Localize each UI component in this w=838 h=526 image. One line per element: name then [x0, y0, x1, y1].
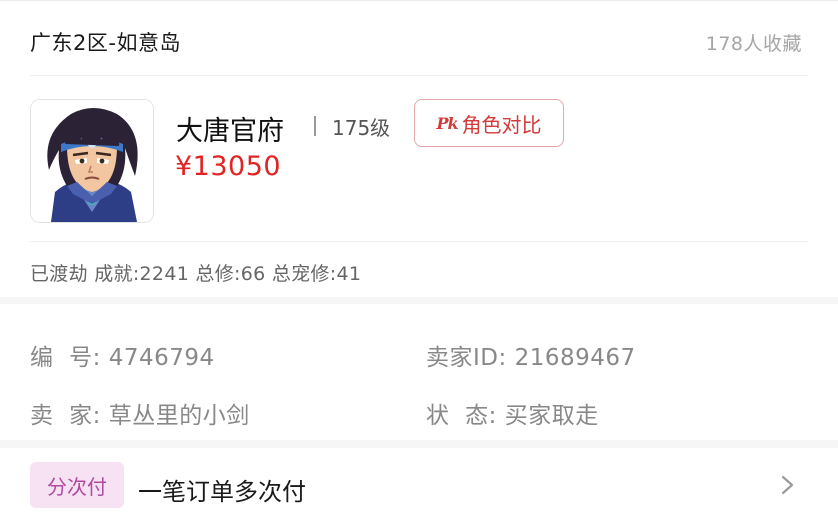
number-label: 编 号:: [30, 345, 101, 371]
separator: [314, 116, 316, 136]
divider: [30, 75, 808, 76]
seller-value: 草丛里的小剑: [108, 403, 250, 429]
character-avatar-icon: [31, 100, 153, 222]
favorite-count: 178人收藏: [705, 33, 802, 55]
character-avatar[interactable]: [30, 99, 154, 223]
installment-description: 一笔订单多次付: [138, 478, 306, 506]
role-stats: 已渡劫 成就:2241 总修:66 总宠修:41: [30, 263, 362, 285]
role-compare-label: 角色对比: [461, 112, 542, 137]
status-value: 买家取走: [504, 403, 599, 429]
page: 广东2区-如意岛 178人收藏 大唐官府 175级 Pk 角色对比 ¥13050…: [0, 0, 838, 526]
seller-item: 卖 家: 草丛里的小剑: [30, 396, 250, 430]
installment-badge: 分次付: [30, 462, 124, 508]
status-item: 状 态: 买家取走: [426, 396, 599, 430]
role-card[interactable]: 广东2区-如意岛 178人收藏 大唐官府 175级 Pk 角色对比 ¥13050…: [0, 0, 838, 297]
price: ¥13050: [175, 151, 282, 182]
number-value: 4746794: [108, 345, 215, 371]
number-item: 编 号: 4746794: [30, 338, 215, 372]
trade-info-card: 编 号: 4746794 卖家ID: 21689467 卖 家: 草丛里的小剑 …: [0, 304, 838, 440]
seller-id-label: 卖家ID:: [426, 345, 507, 371]
status-label: 状 态:: [426, 403, 497, 429]
role-level: 175级: [332, 116, 391, 140]
chevron-right-icon[interactable]: [774, 470, 800, 500]
seller-id-value: 21689467: [514, 345, 636, 371]
seller-label: 卖 家:: [30, 403, 101, 429]
pk-icon: Pk: [436, 113, 458, 133]
server-name: 广东2区-如意岛: [30, 31, 181, 55]
role-school: 大唐官府: [176, 116, 284, 147]
server-row: 广东2区-如意岛 178人收藏: [0, 13, 838, 63]
divider: [30, 241, 808, 242]
seller-id-item: 卖家ID: 21689467: [426, 338, 636, 372]
installment-payment-row[interactable]: 分次付 一笔订单多次付: [0, 448, 838, 526]
role-compare-button[interactable]: Pk 角色对比: [414, 99, 564, 147]
